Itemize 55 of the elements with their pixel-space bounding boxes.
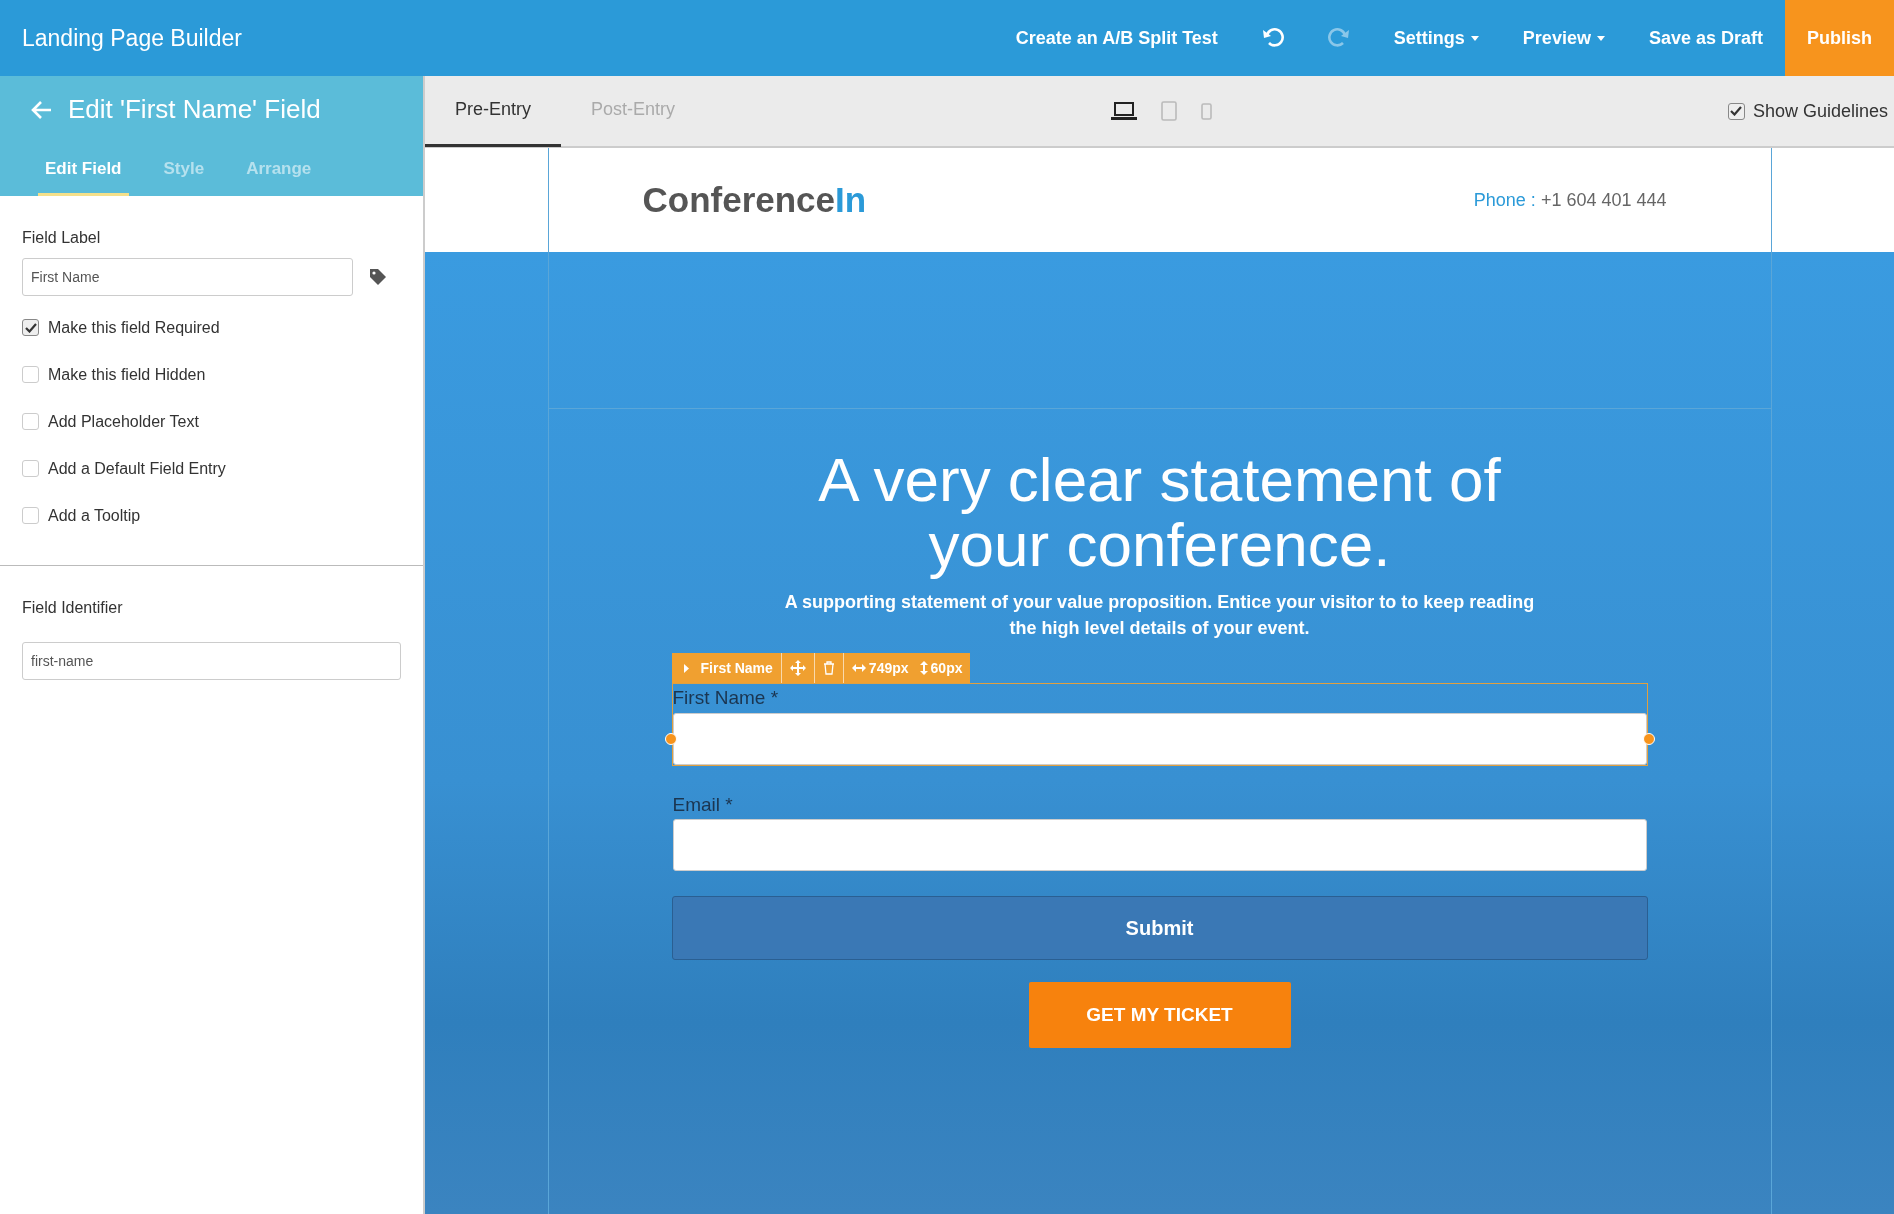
redo-icon <box>1327 27 1350 49</box>
height-value: 60px <box>930 658 963 678</box>
form-field-frame[interactable]: Email * <box>671 789 1648 873</box>
checkbox[interactable] <box>22 413 39 430</box>
field-identifier-input[interactable]: first-name <box>22 642 401 680</box>
checkbox[interactable] <box>22 460 39 477</box>
form-field-frame[interactable]: First Name * <box>671 683 1648 766</box>
field-label: Field Label <box>22 228 102 248</box>
publish-button[interactable]: Publish <box>1785 0 1894 76</box>
checkbox-label: Add Placeholder Text <box>48 411 199 432</box>
horizontal-arrow-icon <box>851 664 866 673</box>
laptop-icon[interactable] <box>1111 102 1137 120</box>
logo: ConferenceIn <box>642 178 867 221</box>
text-input-field[interactable] <box>672 819 1647 872</box>
phone-number: Phone : +1 604 401 444 <box>1473 188 1667 212</box>
checkbox-label: Make this field Required <box>48 317 220 338</box>
tag-icon[interactable] <box>369 268 387 286</box>
checkbox-label: Add a Default Field Entry <box>48 458 226 479</box>
trash-icon[interactable] <box>822 661 835 676</box>
checkbox[interactable] <box>22 319 39 336</box>
undo-icon <box>1261 27 1284 49</box>
field-label: Field Identifier <box>22 598 124 618</box>
caret-icon <box>1470 35 1479 41</box>
submit-button[interactable]: Submit <box>671 896 1648 961</box>
form-label: First Name * <box>672 686 780 711</box>
editor-tab[interactable]: Post-Entry <box>561 75 706 147</box>
subheadline: A supporting statement of your value proposition. Entice your visitor to to keep reading the high level details of your event. <box>783 591 1536 641</box>
get-ticket-button[interactable]: GET MY TICKET <box>1028 982 1291 1049</box>
dropdown-button[interactable]: Preview <box>1500 0 1627 76</box>
move-icon[interactable] <box>789 660 806 677</box>
caret-icon <box>1596 35 1605 41</box>
checkbox[interactable] <box>1727 102 1745 120</box>
checkbox-label: Add a Tooltip <box>48 505 141 526</box>
toolbar-link[interactable]: Save as Draft <box>1626 0 1785 76</box>
headline: A very clear statement of your conference. <box>817 447 1502 578</box>
checkbox[interactable] <box>22 366 39 383</box>
back-arrow-icon[interactable] <box>30 100 52 120</box>
tablet-icon[interactable] <box>1161 101 1177 121</box>
dropdown-button[interactable]: Settings <box>1371 0 1501 76</box>
text-input-field[interactable] <box>672 712 1647 765</box>
field-label-input[interactable]: First Name <box>22 258 353 296</box>
element-name-button[interactable]: First Name <box>671 653 782 684</box>
checkbox[interactable] <box>22 507 39 524</box>
phone-icon[interactable] <box>1201 102 1212 120</box>
form-label: Email * <box>672 792 734 817</box>
checkbox-label: Make this field Hidden <box>48 364 206 385</box>
width-value: 749px <box>868 658 909 678</box>
vertical-arrow-icon <box>919 661 928 676</box>
triangle-icon <box>683 663 689 673</box>
checkbox-label: Show Guidelines <box>1752 99 1888 123</box>
panel-tab[interactable]: Edit Field <box>38 155 129 196</box>
panel-title: Edit 'First Name' Field <box>68 93 321 126</box>
toolbar-link[interactable]: Create an A/B Split Test <box>993 0 1240 76</box>
app-title: Landing Page Builder <box>21 23 243 53</box>
resize-handle[interactable] <box>664 733 677 746</box>
